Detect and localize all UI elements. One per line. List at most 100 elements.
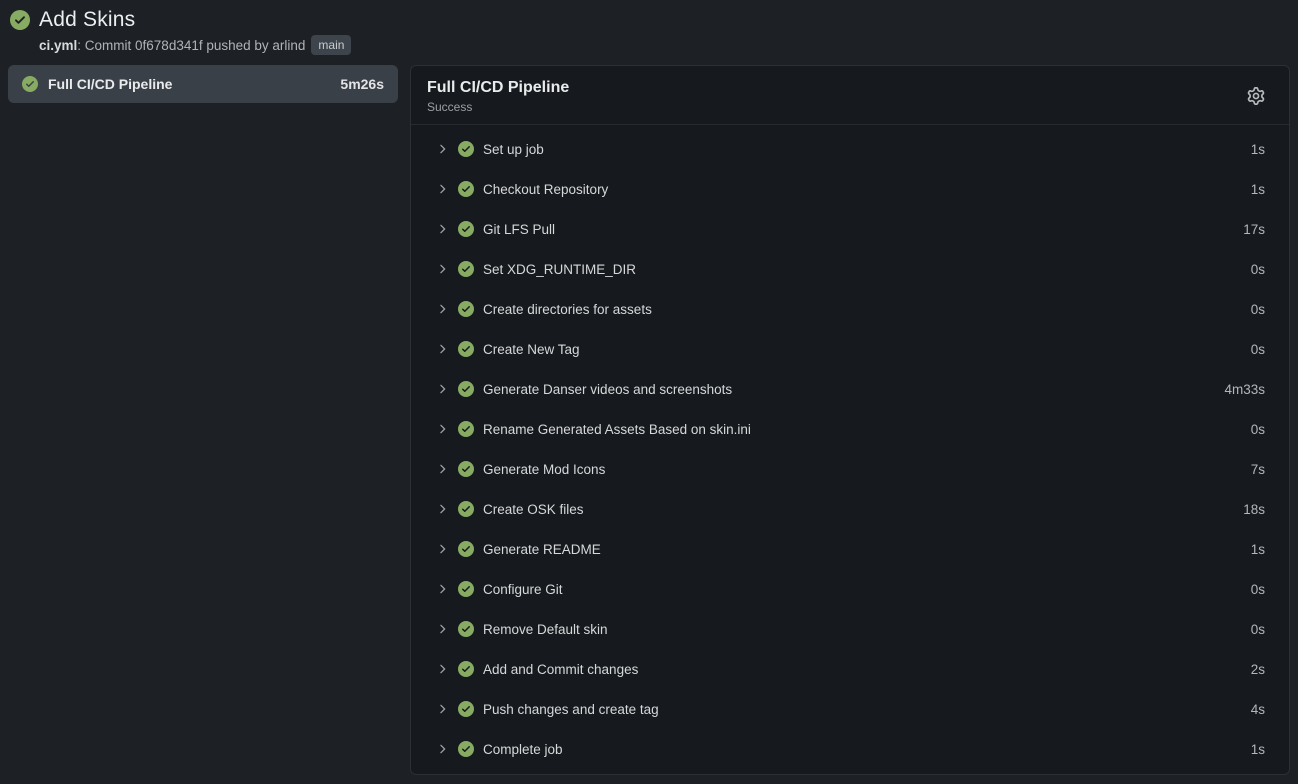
chevron-right-icon[interactable] [435, 462, 449, 476]
workflow-file-link[interactable]: ci.yml [39, 38, 77, 53]
step-duration: 4m33s [1224, 382, 1265, 397]
step-row[interactable]: Checkout Repository 1s [411, 169, 1289, 209]
step-row[interactable]: Push changes and create tag 4s [411, 689, 1289, 729]
run-content: Full CI/CD Pipeline 5m26s Full CI/CD Pip… [8, 65, 1290, 775]
step-label: Generate Mod Icons [483, 462, 605, 477]
step-row[interactable]: Set XDG_RUNTIME_DIR 0s [411, 249, 1289, 289]
check-circle-icon [458, 541, 474, 557]
step-row[interactable]: Generate README 1s [411, 529, 1289, 569]
step-duration: 0s [1251, 262, 1265, 277]
step-duration: 1s [1251, 142, 1265, 157]
chevron-right-icon[interactable] [435, 662, 449, 676]
run-meta: ci.yml: Commit 0f678d341f pushed by arli… [39, 35, 1288, 55]
check-circle-icon [458, 341, 474, 357]
job-name: Full CI/CD Pipeline [48, 76, 172, 92]
step-row[interactable]: Create New Tag 0s [411, 329, 1289, 369]
job-panel-header: Full CI/CD Pipeline Success [411, 66, 1289, 125]
check-circle-icon [458, 661, 474, 677]
step-label: Generate README [483, 542, 601, 557]
step-row[interactable]: Create OSK files 18s [411, 489, 1289, 529]
step-row[interactable]: Git LFS Pull 17s [411, 209, 1289, 249]
commit-meta-text: ci.yml: Commit 0f678d341f pushed by arli… [39, 38, 305, 53]
chevron-right-icon[interactable] [435, 582, 449, 596]
chevron-right-icon[interactable] [435, 542, 449, 556]
chevron-right-icon[interactable] [435, 222, 449, 236]
chevron-right-icon[interactable] [435, 182, 449, 196]
check-circle-icon [458, 621, 474, 637]
step-label: Set XDG_RUNTIME_DIR [483, 262, 636, 277]
step-row[interactable]: Create directories for assets 0s [411, 289, 1289, 329]
check-circle-icon [458, 741, 474, 757]
chevron-right-icon[interactable] [435, 302, 449, 316]
step-label: Generate Danser videos and screenshots [483, 382, 732, 397]
step-duration: 17s [1243, 222, 1265, 237]
job-duration: 5m26s [340, 76, 384, 92]
panel-title: Full CI/CD Pipeline [427, 79, 569, 97]
step-duration: 2s [1251, 662, 1265, 677]
step-duration: 0s [1251, 302, 1265, 317]
step-duration: 7s [1251, 462, 1265, 477]
step-label: Rename Generated Assets Based on skin.in… [483, 422, 751, 437]
step-label: Complete job [483, 742, 563, 757]
step-duration: 0s [1251, 622, 1265, 637]
chevron-right-icon[interactable] [435, 262, 449, 276]
chevron-right-icon[interactable] [435, 422, 449, 436]
step-label: Create directories for assets [483, 302, 652, 317]
jobs-sidebar: Full CI/CD Pipeline 5m26s [8, 65, 398, 103]
commit-text: : Commit 0f678d341f pushed by arlind [77, 38, 305, 53]
step-row[interactable]: Generate Mod Icons 7s [411, 449, 1289, 489]
check-circle-icon [458, 221, 474, 237]
check-circle-icon [458, 261, 474, 277]
check-circle-icon [458, 581, 474, 597]
branch-badge[interactable]: main [311, 35, 351, 55]
check-circle-icon [458, 461, 474, 477]
step-row[interactable]: Set up job 1s [411, 129, 1289, 169]
chevron-right-icon[interactable] [435, 622, 449, 636]
chevron-right-icon[interactable] [435, 142, 449, 156]
actions-run-page: Add Skins ci.yml: Commit 0f678d341f push… [8, 6, 1290, 775]
run-title: Add Skins [39, 8, 135, 32]
step-row[interactable]: Generate Danser videos and screenshots 4… [411, 369, 1289, 409]
step-duration: 1s [1251, 182, 1265, 197]
sidebar-job-item[interactable]: Full CI/CD Pipeline 5m26s [8, 65, 398, 103]
step-duration: 1s [1251, 542, 1265, 557]
step-duration: 1s [1251, 742, 1265, 757]
step-label: Create OSK files [483, 502, 584, 517]
check-circle-icon [458, 501, 474, 517]
step-row[interactable]: Configure Git 0s [411, 569, 1289, 609]
step-label: Set up job [483, 142, 544, 157]
step-label: Create New Tag [483, 342, 580, 357]
panel-status-text: Success [427, 100, 569, 114]
job-panel: Full CI/CD Pipeline Success Set up job 1… [410, 65, 1290, 775]
step-row[interactable]: Remove Default skin 0s [411, 609, 1289, 649]
check-circle-icon [458, 421, 474, 437]
run-header: Add Skins ci.yml: Commit 0f678d341f push… [8, 6, 1290, 55]
step-duration: 4s [1251, 702, 1265, 717]
chevron-right-icon[interactable] [435, 502, 449, 516]
chevron-right-icon[interactable] [435, 342, 449, 356]
step-label: Git LFS Pull [483, 222, 555, 237]
step-label: Checkout Repository [483, 182, 608, 197]
step-label: Add and Commit changes [483, 662, 638, 677]
step-row[interactable]: Rename Generated Assets Based on skin.in… [411, 409, 1289, 449]
chevron-right-icon[interactable] [435, 382, 449, 396]
step-duration: 0s [1251, 582, 1265, 597]
step-row[interactable]: Complete job 1s [411, 729, 1289, 769]
check-circle-icon [458, 301, 474, 317]
step-row[interactable]: Add and Commit changes 2s [411, 649, 1289, 689]
chevron-right-icon[interactable] [435, 742, 449, 756]
step-duration: 0s [1251, 422, 1265, 437]
gear-icon[interactable] [1245, 85, 1267, 107]
run-status-check-circle-icon [10, 10, 30, 30]
step-duration: 18s [1243, 502, 1265, 517]
step-label: Remove Default skin [483, 622, 608, 637]
check-circle-icon [458, 381, 474, 397]
chevron-right-icon[interactable] [435, 702, 449, 716]
step-label: Configure Git [483, 582, 563, 597]
check-circle-icon [458, 701, 474, 717]
step-label: Push changes and create tag [483, 702, 659, 717]
check-circle-icon [458, 141, 474, 157]
step-duration: 0s [1251, 342, 1265, 357]
check-circle-icon [458, 181, 474, 197]
check-circle-icon [22, 76, 38, 92]
